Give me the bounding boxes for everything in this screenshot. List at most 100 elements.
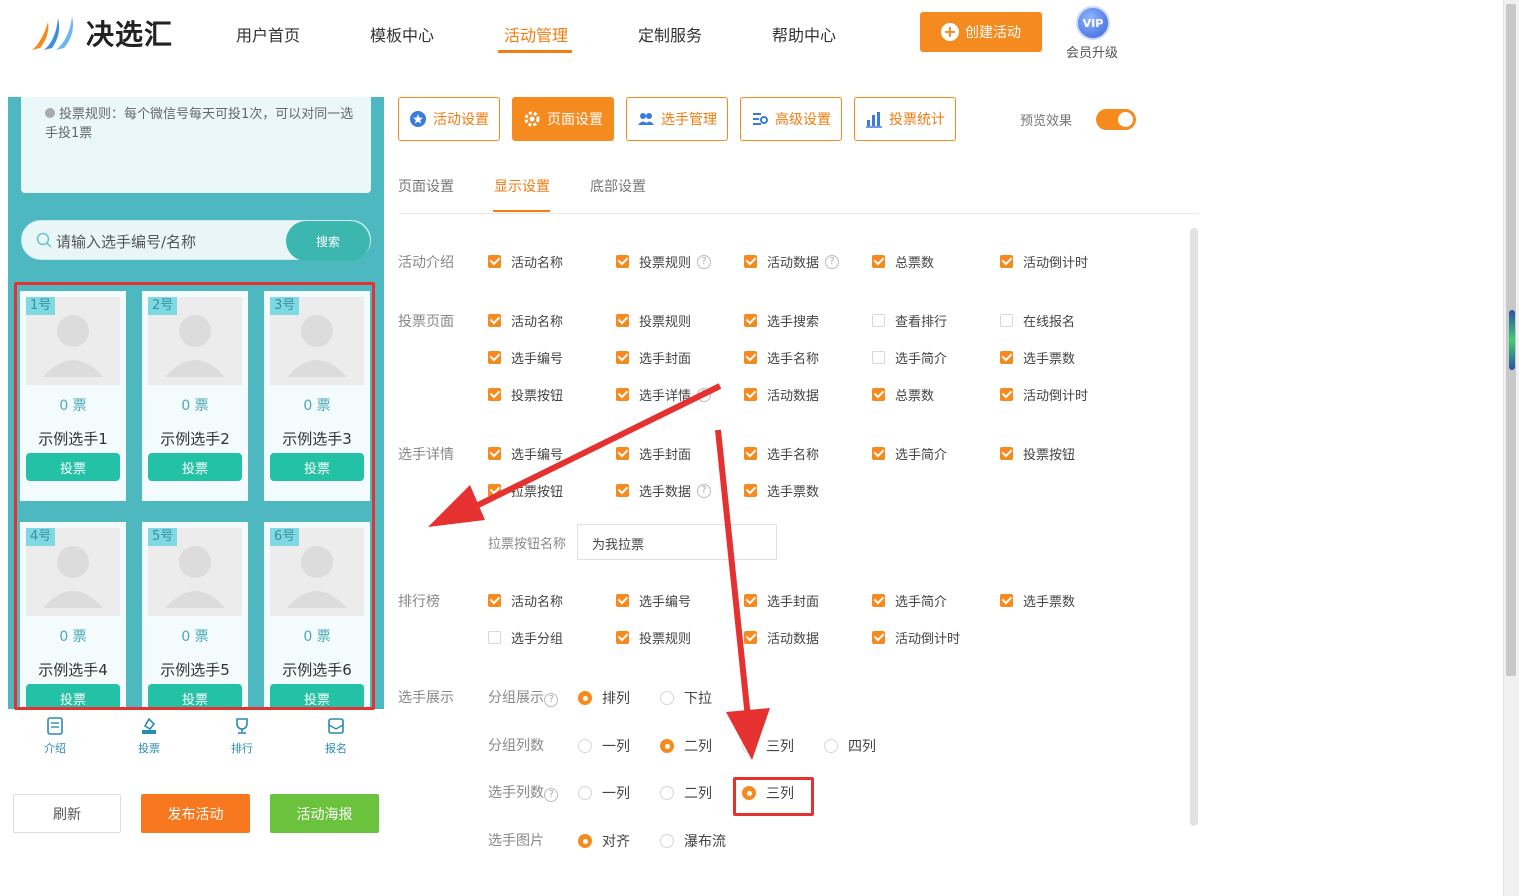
nav-templates[interactable]: 模板中心 — [370, 22, 434, 46]
checkbox-box[interactable] — [1000, 594, 1013, 607]
side-float-widget[interactable] — [1509, 310, 1515, 370]
checkbox-rank-activity-data[interactable]: 活动数据 — [744, 628, 819, 647]
checkbox-box[interactable] — [616, 631, 629, 644]
checkbox-box[interactable] — [744, 484, 757, 497]
checkbox-vote-intro[interactable]: 选手简介 — [872, 348, 947, 367]
checkbox-box[interactable] — [616, 388, 629, 401]
brand-logo[interactable]: 决选汇 — [28, 12, 173, 54]
radio-circle[interactable] — [824, 739, 838, 753]
checkbox-box[interactable] — [872, 255, 885, 268]
radio-circle[interactable] — [660, 691, 674, 705]
checkbox-box[interactable] — [1000, 255, 1013, 268]
checkbox-detail-vote-button[interactable]: 投票按钮 — [1000, 444, 1075, 463]
tab-contestant-management[interactable]: 选手管理 — [626, 97, 728, 141]
radio-player-columns-2[interactable]: 二列 — [660, 783, 712, 803]
checkbox-box[interactable] — [744, 314, 757, 327]
checkbox-box[interactable] — [872, 447, 885, 460]
checkbox-box[interactable] — [488, 484, 501, 497]
checkbox-rank-number[interactable]: 选手编号 — [616, 591, 691, 610]
checkbox-box[interactable] — [488, 388, 501, 401]
checkbox-intro-activity-data[interactable]: 活动数据? — [744, 252, 840, 271]
checkbox-box[interactable] — [872, 351, 885, 364]
help-icon[interactable]: ? — [697, 254, 712, 269]
checkbox-rank-cover[interactable]: 选手封面 — [744, 591, 819, 610]
radio-group-columns-3[interactable]: 三列 — [742, 736, 794, 756]
create-activity-button[interactable]: + 创建活动 — [920, 12, 1042, 52]
checkbox-box[interactable] — [616, 255, 629, 268]
poster-button[interactable]: 活动海报 — [270, 794, 379, 833]
checkbox-detail-number[interactable]: 选手编号 — [488, 444, 563, 463]
tab-signup[interactable]: 报名 — [306, 712, 366, 756]
checkbox-intro-total-votes[interactable]: 总票数 — [872, 252, 934, 271]
checkbox-intro-activity-name[interactable]: 活动名称 — [488, 252, 563, 271]
contestant-search[interactable]: 请输入选手编号/名称 搜索 — [21, 220, 371, 261]
checkbox-vote-name[interactable]: 选手名称 — [744, 348, 819, 367]
checkbox-rank-group[interactable]: 选手分组 — [488, 628, 563, 647]
checkbox-intro-vote-rule[interactable]: 投票规则? — [616, 252, 712, 271]
radio-player-image-align[interactable]: 对齐 — [578, 831, 630, 851]
checkbox-vote-view-rank[interactable]: 查看排行 — [872, 311, 947, 330]
radio-group-columns-1[interactable]: 一列 — [578, 736, 630, 756]
checkbox-vote-rule[interactable]: 投票规则 — [616, 311, 691, 330]
checkbox-box[interactable] — [1000, 351, 1013, 364]
checkbox-vote-total[interactable]: 总票数 — [872, 385, 934, 404]
checkbox-box[interactable] — [1000, 388, 1013, 401]
checkbox-box[interactable] — [744, 388, 757, 401]
help-icon[interactable]: ? — [544, 788, 559, 802]
checkbox-box[interactable] — [488, 314, 501, 327]
tab-vote-statistics[interactable]: 投票统计 — [854, 97, 956, 141]
tab-rank[interactable]: 排行 — [212, 712, 272, 756]
nav-activity-management[interactable]: 活动管理 — [504, 22, 568, 46]
checkbox-box[interactable] — [488, 351, 501, 364]
checkbox-rank-votes[interactable]: 选手票数 — [1000, 591, 1075, 610]
checkbox-vote-count[interactable]: 选手票数 — [1000, 348, 1075, 367]
subtab-display-settings[interactable]: 显示设置 — [494, 176, 550, 196]
help-icon[interactable]: ? — [825, 254, 840, 269]
tab-activity-settings[interactable]: 活动设置 — [398, 97, 500, 141]
checkbox-detail-intro[interactable]: 选手简介 — [872, 444, 947, 463]
checkbox-box[interactable] — [488, 631, 501, 644]
checkbox-vote-online-signup[interactable]: 在线报名 — [1000, 311, 1075, 330]
checkbox-box[interactable] — [616, 314, 629, 327]
checkbox-rank-intro[interactable]: 选手简介 — [872, 591, 947, 610]
radio-player-columns-1[interactable]: 一列 — [578, 783, 630, 803]
tab-page-settings[interactable]: 页面设置 — [512, 97, 614, 141]
checkbox-box[interactable] — [744, 594, 757, 607]
checkbox-vote-activity-name[interactable]: 活动名称 — [488, 311, 563, 330]
radio-player-image-waterfall[interactable]: 瀑布流 — [660, 831, 726, 851]
refresh-button[interactable]: 刷新 — [13, 794, 121, 833]
tab-advanced-settings[interactable]: 高级设置 — [740, 97, 842, 141]
nav-custom-service[interactable]: 定制服务 — [638, 22, 702, 46]
tab-intro[interactable]: 介绍 — [25, 712, 85, 756]
checkbox-box[interactable] — [616, 484, 629, 497]
checkbox-detail-name[interactable]: 选手名称 — [744, 444, 819, 463]
help-icon[interactable]: ? — [697, 387, 712, 402]
checkbox-vote-cover[interactable]: 选手封面 — [616, 348, 691, 367]
radio-circle[interactable] — [578, 786, 592, 800]
search-button[interactable]: 搜索 — [286, 221, 370, 261]
checkbox-box[interactable] — [872, 631, 885, 644]
vip-badge-icon[interactable]: VIP — [1076, 6, 1110, 40]
radio-group-columns-4[interactable]: 四列 — [824, 736, 876, 756]
radio-circle[interactable] — [578, 691, 592, 705]
radio-circle[interactable] — [578, 834, 592, 848]
checkbox-box[interactable] — [744, 447, 757, 460]
checkbox-vote-activity-data[interactable]: 活动数据 — [744, 385, 819, 404]
checkbox-box[interactable] — [616, 594, 629, 607]
radio-circle[interactable] — [660, 739, 674, 753]
checkbox-vote-number[interactable]: 选手编号 — [488, 348, 563, 367]
checkbox-rank-rule[interactable]: 投票规则 — [616, 628, 691, 647]
checkbox-box[interactable] — [488, 255, 501, 268]
checkbox-rank-countdown[interactable]: 活动倒计时 — [872, 628, 960, 647]
nav-help-center[interactable]: 帮助中心 — [772, 22, 836, 46]
checkbox-vote-countdown[interactable]: 活动倒计时 — [1000, 385, 1088, 404]
checkbox-intro-countdown[interactable]: 活动倒计时 — [1000, 252, 1088, 271]
radio-circle[interactable] — [742, 739, 756, 753]
checkbox-vote-button[interactable]: 投票按钮 — [488, 385, 563, 404]
checkbox-box[interactable] — [744, 631, 757, 644]
checkbox-box[interactable] — [1000, 314, 1013, 327]
checkbox-box[interactable] — [616, 447, 629, 460]
checkbox-vote-detail[interactable]: 选手详情? — [616, 385, 712, 404]
checkbox-box[interactable] — [488, 594, 501, 607]
checkbox-box[interactable] — [872, 314, 885, 327]
